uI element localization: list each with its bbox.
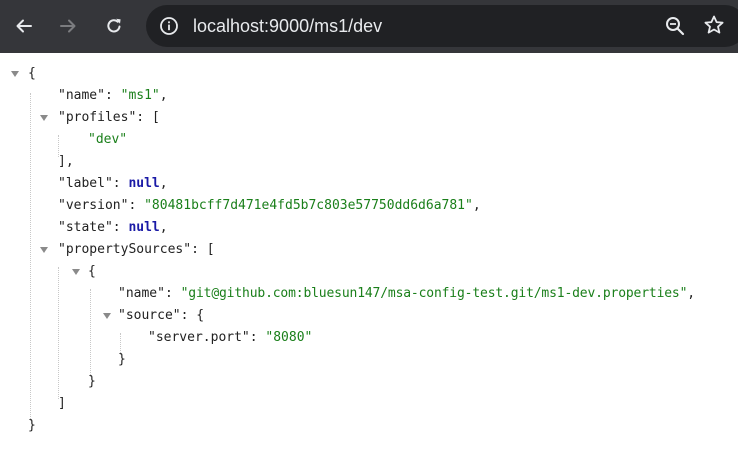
close-brace: }: [118, 352, 126, 367]
json-line: {: [28, 63, 36, 85]
json-line: "source": {: [118, 308, 205, 323]
indent-guide: [90, 289, 91, 377]
json-line: "state": null,: [58, 220, 168, 235]
json-line: "name": "ms1",: [58, 88, 168, 103]
json-line: "profiles": [: [58, 110, 160, 125]
json-line: }: [118, 349, 126, 371]
collapse-toggle[interactable]: [11, 71, 19, 77]
open-brace: {: [28, 66, 36, 81]
json-line: }: [28, 415, 36, 437]
open-bracket: [: [206, 242, 215, 257]
json-key: "name": [118, 286, 165, 301]
json-viewer: { "name": "ms1", "profiles": [ "dev" ], …: [0, 53, 738, 449]
collapse-toggle[interactable]: [103, 313, 111, 319]
back-button[interactable]: [7, 9, 41, 43]
close-brace: }: [88, 374, 96, 389]
collapse-toggle[interactable]: [40, 115, 48, 121]
reload-button[interactable]: [97, 9, 131, 43]
json-key: "profiles": [58, 110, 137, 125]
json-string: "8080": [265, 330, 313, 345]
json-line: ]: [58, 393, 66, 415]
info-icon[interactable]: [159, 16, 179, 36]
json-line: "label": null,: [58, 176, 168, 191]
open-bracket: [: [151, 110, 160, 125]
json-string: "git@github.com:bluesun147/msa-config-te…: [180, 286, 688, 301]
json-line: ],: [58, 151, 74, 173]
json-line: "propertySources": [: [58, 242, 215, 257]
json-line: "name": "git@github.com:bluesun147/msa-c…: [118, 286, 696, 301]
json-string: "ms1": [120, 88, 160, 103]
json-key: "name": [58, 88, 105, 103]
forward-button[interactable]: [51, 9, 85, 43]
url-text[interactable]: localhost:9000/ms1/dev: [193, 5, 382, 47]
json-key: "label": [58, 176, 113, 191]
arrow-left-icon: [16, 19, 32, 33]
close-brace: }: [28, 418, 36, 433]
json-key: "source": [118, 308, 181, 323]
json-null: null: [128, 176, 160, 191]
json-line: "server.port": "8080": [148, 330, 313, 345]
collapse-toggle[interactable]: [40, 247, 48, 253]
open-brace: {: [196, 308, 205, 323]
json-key: "propertySources": [58, 242, 192, 257]
indent-guide: [58, 267, 59, 399]
address-bar[interactable]: localhost:9000/ms1/dev: [146, 5, 738, 47]
json-key: "server.port": [148, 330, 250, 345]
open-brace: {: [88, 264, 96, 279]
zoom-icon[interactable]: [663, 14, 687, 38]
collapse-toggle[interactable]: [72, 269, 80, 275]
reload-icon: [107, 18, 121, 33]
json-key: "state": [58, 220, 113, 235]
json-line: "version": "80481bcff7d471e4fd5b7c803e57…: [58, 198, 481, 213]
bookmark-star-icon[interactable]: [702, 13, 726, 37]
close-bracket: ],: [58, 154, 74, 169]
json-null: null: [128, 220, 160, 235]
json-line: }: [88, 371, 96, 393]
browser-toolbar: localhost:9000/ms1/dev: [0, 0, 738, 53]
arrow-right-icon: [60, 19, 76, 33]
json-string: "dev": [88, 132, 128, 147]
indent-guide: [30, 93, 31, 421]
json-key: "version": [58, 198, 129, 213]
close-bracket: ]: [58, 396, 66, 411]
json-line: {: [88, 261, 96, 283]
json-string: "80481bcff7d471e4fd5b7c803e57750dd6d6a78…: [144, 198, 473, 213]
json-line: "dev": [88, 129, 127, 151]
